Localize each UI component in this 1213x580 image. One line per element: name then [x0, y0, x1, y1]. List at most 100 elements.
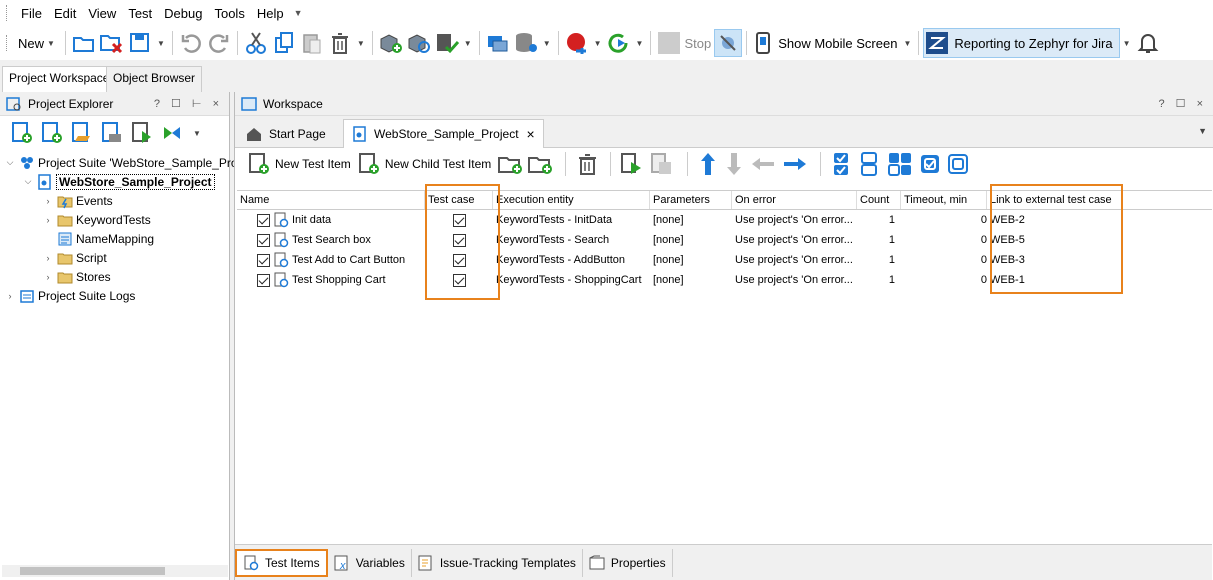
- copy-icon[interactable]: [270, 29, 298, 57]
- chevron-right-icon[interactable]: ›: [42, 253, 54, 263]
- horizontal-scrollbar[interactable]: [2, 565, 228, 577]
- menu-file[interactable]: File: [15, 6, 48, 21]
- cell-on-error[interactable]: Use project's 'On error...: [732, 214, 857, 226]
- mobile-dropdown-icon[interactable]: ▼: [903, 39, 911, 48]
- cell-on-error[interactable]: Use project's 'On error...: [732, 274, 857, 286]
- tree-node-namemapping[interactable]: NameMapping: [54, 229, 154, 248]
- check-all-icon[interactable]: [831, 151, 853, 177]
- cell-external-link[interactable]: WEB-2: [987, 214, 1212, 226]
- tab-project-workspace[interactable]: Project Workspace: [2, 66, 117, 92]
- record-dropdown-icon[interactable]: ▼: [594, 39, 602, 48]
- add-child-folder-icon[interactable]: [527, 152, 553, 176]
- cell-count[interactable]: 1: [857, 274, 901, 286]
- database-icon[interactable]: [512, 29, 540, 57]
- run-selected-test-icon[interactable]: [619, 152, 645, 176]
- cell-on-error[interactable]: Use project's 'On error...: [732, 254, 857, 266]
- stop-button[interactable]: Stop: [655, 29, 714, 57]
- test-case-checkbox[interactable]: [452, 213, 466, 227]
- new-test-item-button[interactable]: New Test Item: [247, 152, 351, 176]
- run-project-icon[interactable]: [130, 121, 154, 145]
- menu-overflow-icon[interactable]: ▼: [294, 8, 303, 18]
- new-child-test-item-button[interactable]: New Child Test Item: [357, 152, 491, 176]
- column-header-external-link[interactable]: Link to external test case: [987, 191, 1212, 209]
- object-spy-icon[interactable]: [405, 29, 433, 57]
- table-row[interactable]: Test Shopping Cart KeywordTests - Shoppi…: [237, 270, 1212, 290]
- column-header-execution-entity[interactable]: Execution entity: [493, 191, 650, 209]
- tree-node-project-suite[interactable]: ⌵ Project Suite 'WebStore_Sample_Projec: [4, 153, 253, 172]
- zephyr-button[interactable]: Reporting to Zephyr for Jira: [923, 28, 1120, 58]
- test-case-checkbox[interactable]: [452, 273, 466, 287]
- column-header-timeout[interactable]: Timeout, min: [901, 191, 987, 209]
- move-down-icon[interactable]: [724, 151, 744, 177]
- scrollbar-thumb[interactable]: [20, 567, 165, 575]
- menu-debug[interactable]: Debug: [158, 6, 208, 21]
- delete-icon[interactable]: [576, 152, 600, 176]
- menu-help[interactable]: Help: [251, 6, 290, 21]
- tab-start-page[interactable]: Start Page: [237, 119, 334, 148]
- cell-external-link[interactable]: WEB-5: [987, 234, 1212, 246]
- menu-test[interactable]: Test: [122, 6, 158, 21]
- show-mobile-screen-button[interactable]: Show Mobile Screen: [751, 29, 900, 57]
- cell-execution-entity[interactable]: KeywordTests - InitData: [493, 214, 650, 226]
- cell-count[interactable]: 1: [857, 234, 901, 246]
- cell-timeout[interactable]: 0: [901, 214, 987, 226]
- close-icon[interactable]: ×: [527, 126, 535, 142]
- tab-list-dropdown-icon[interactable]: ▼: [1198, 126, 1207, 136]
- tree-node-keywordtests[interactable]: › KeywordTests: [42, 210, 151, 229]
- undo-icon[interactable]: [177, 29, 205, 57]
- panel-controls[interactable]: ? ☐ ⊢ ×: [154, 97, 223, 110]
- tab-issue-tracking-templates[interactable]: Issue-Tracking Templates: [412, 548, 583, 577]
- cell-parameters[interactable]: [none]: [650, 214, 732, 226]
- chevron-down-icon[interactable]: ⌵: [22, 176, 34, 187]
- cell-count[interactable]: 1: [857, 254, 901, 266]
- enable-item-icon[interactable]: [919, 153, 941, 175]
- cell-timeout[interactable]: 0: [901, 254, 987, 266]
- table-row[interactable]: Test Add to Cart Button KeywordTests - A…: [237, 250, 1212, 270]
- column-header-test-case[interactable]: Test case: [425, 191, 493, 209]
- cell-on-error[interactable]: Use project's 'On error...: [732, 234, 857, 246]
- run-dropdown-icon[interactable]: ▼: [636, 39, 644, 48]
- run-remote-icon[interactable]: [484, 29, 512, 57]
- run-icon[interactable]: [605, 29, 633, 57]
- table-row[interactable]: Test Search box KeywordTests - Search [n…: [237, 230, 1212, 250]
- cell-parameters[interactable]: [none]: [650, 274, 732, 286]
- cell-execution-entity[interactable]: KeywordTests - ShoppingCart: [493, 274, 650, 286]
- test-case-checkbox[interactable]: [452, 253, 466, 267]
- tree-node-script[interactable]: › Script: [42, 248, 107, 267]
- project-properties-icon[interactable]: [100, 121, 124, 145]
- menu-edit[interactable]: Edit: [48, 6, 82, 21]
- chevron-right-icon[interactable]: ›: [4, 291, 16, 301]
- cell-external-link[interactable]: WEB-1: [987, 274, 1212, 286]
- cell-parameters[interactable]: [none]: [650, 234, 732, 246]
- cell-timeout[interactable]: 0: [901, 234, 987, 246]
- delete-icon[interactable]: [326, 29, 354, 57]
- move-left-icon[interactable]: [750, 154, 776, 174]
- run-focused-test-icon[interactable]: [649, 152, 675, 176]
- move-right-icon[interactable]: [782, 154, 808, 174]
- column-header-parameters[interactable]: Parameters: [650, 191, 732, 209]
- cut-icon[interactable]: [242, 29, 270, 57]
- tab-webstore-project[interactable]: WebStore_Sample_Project ×: [343, 119, 544, 148]
- delete-dropdown-icon[interactable]: ▼: [357, 39, 365, 48]
- run-selected-icon[interactable]: [160, 121, 184, 145]
- bell-icon[interactable]: [1134, 29, 1162, 57]
- chevron-right-icon[interactable]: ›: [42, 272, 54, 282]
- test-case-checkbox[interactable]: [452, 233, 466, 247]
- disable-item-icon[interactable]: [947, 153, 969, 175]
- enabled-checkbox[interactable]: [257, 253, 270, 267]
- tab-variables[interactable]: x Variables: [328, 548, 412, 577]
- debug-icon[interactable]: [714, 29, 743, 57]
- cell-execution-entity[interactable]: KeywordTests - Search: [493, 234, 650, 246]
- checkpoint-icon[interactable]: [433, 29, 461, 57]
- add-existing-item-icon[interactable]: [70, 121, 94, 145]
- tree-node-events[interactable]: › Events: [42, 191, 113, 210]
- uncheck-all-icon[interactable]: [859, 151, 881, 177]
- tab-properties[interactable]: Properties: [583, 548, 673, 577]
- cell-external-link[interactable]: WEB-3: [987, 254, 1212, 266]
- chevron-down-icon[interactable]: ⌵: [4, 157, 16, 168]
- tree-node-project-suite-logs[interactable]: › Project Suite Logs: [4, 286, 136, 305]
- tree-node-webstore-project[interactable]: ⌵ WebStore_Sample_Project: [22, 172, 215, 191]
- table-row[interactable]: Init data KeywordTests - InitData [none]…: [237, 210, 1212, 230]
- add-new-item-icon[interactable]: [40, 121, 64, 145]
- column-header-on-error[interactable]: On error: [732, 191, 857, 209]
